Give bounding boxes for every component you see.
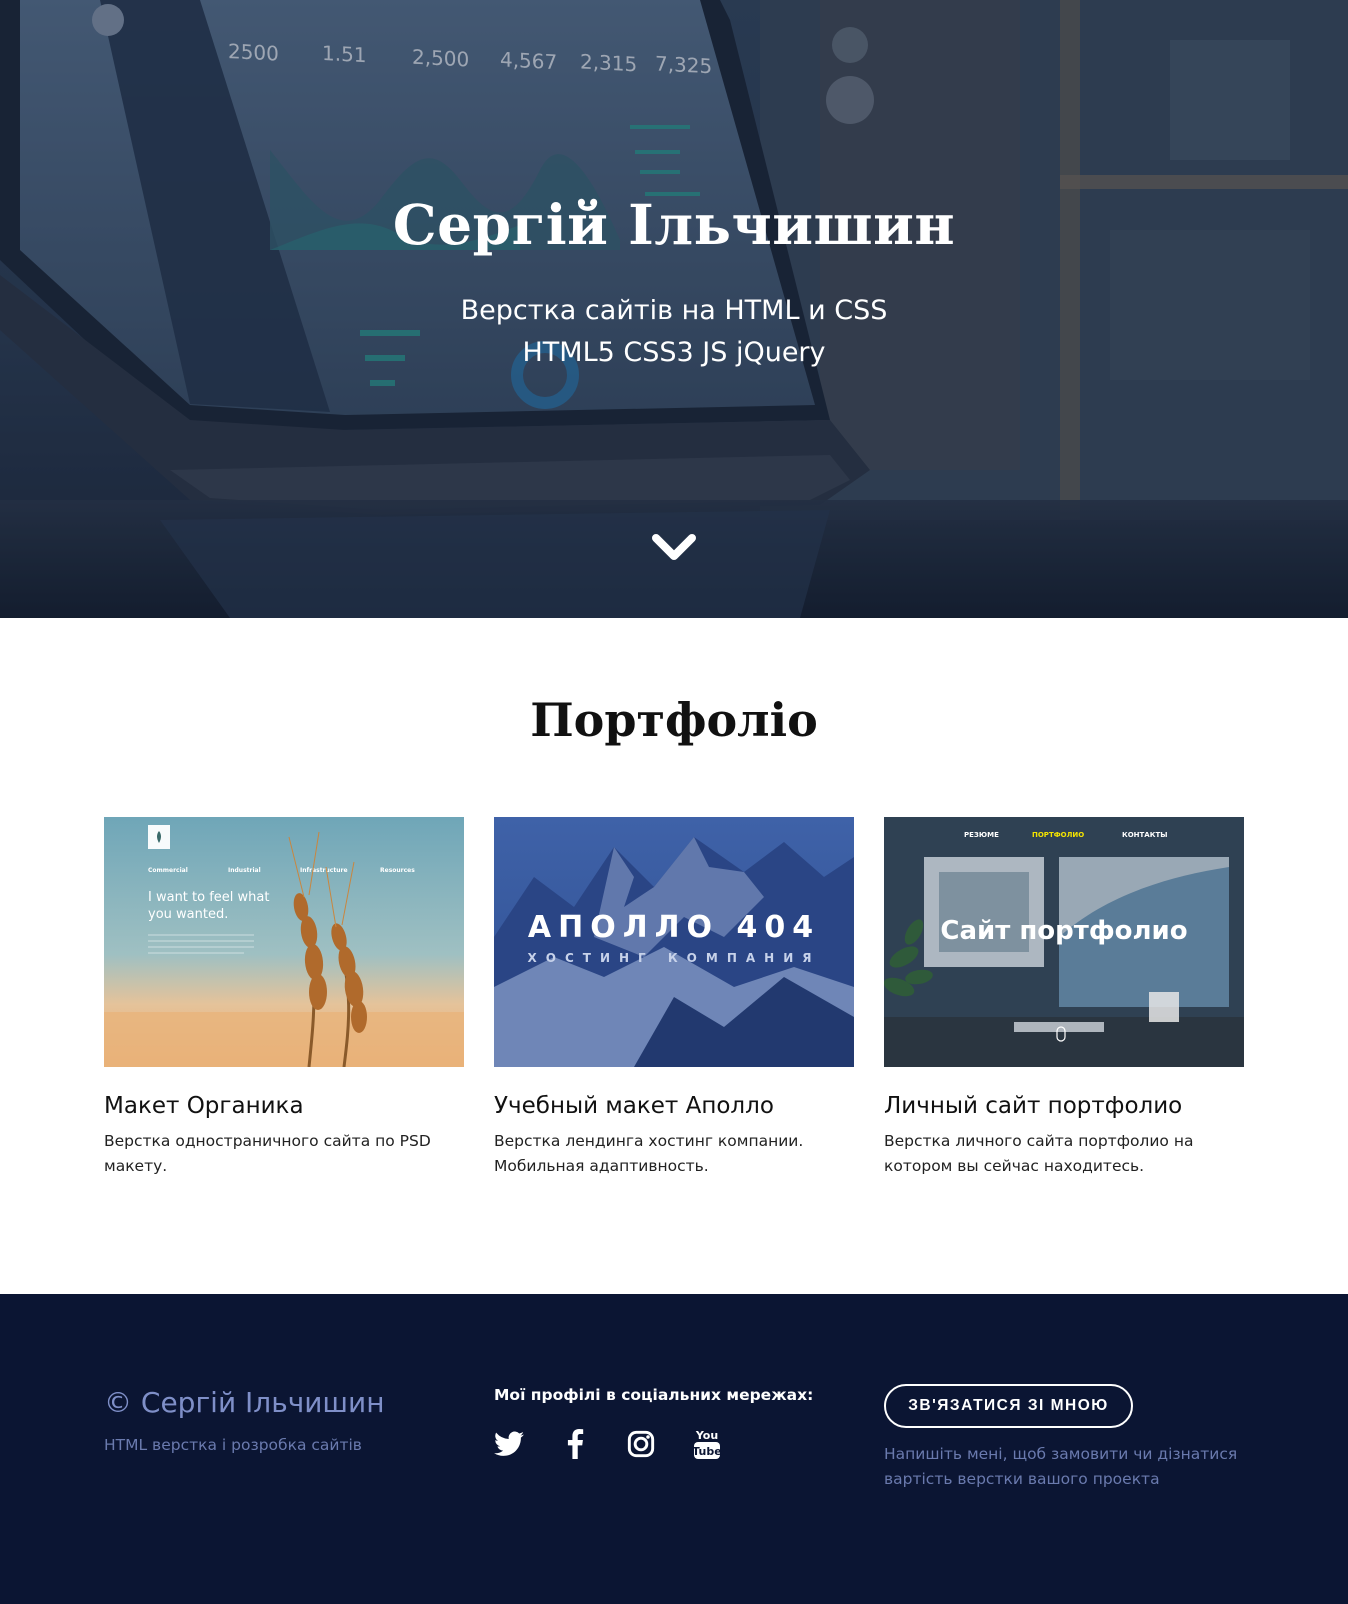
facebook-icon[interactable] <box>560 1428 590 1460</box>
mountain-image: АПОЛЛО 404 ХОСТИНГ КОМПАНИЯ <box>494 817 854 1067</box>
portfolio-thumb-organika[interactable]: Commercial Industrial Infrastructure Res… <box>104 817 464 1067</box>
hero-subtitle: Верстка сайтів на HTML и CSS HTML5 CSS3 … <box>0 290 1348 374</box>
thumb-nav-contacts: КОНТАКТЫ <box>1122 831 1167 839</box>
hero-subtitle-line1: Верстка сайтів на HTML и CSS <box>460 295 888 326</box>
portfolio-card-desc: Верстка одностраничного сайта по PSD мак… <box>104 1132 431 1175</box>
thumb-headline: АПОЛЛО 404 <box>528 910 820 945</box>
portfolio-card-desc: Верстка лендинга хостинг компании. Мобил… <box>494 1132 804 1175</box>
portfolio-card-title[interactable]: Личный сайт портфолио <box>884 1093 1244 1119</box>
thumb-nav-commercial: Commercial <box>148 867 188 874</box>
thumb-nav-infrastructure: Infrastructure <box>300 867 348 874</box>
thumb-nav-industrial: Industrial <box>228 867 261 874</box>
thumb-nav-resume: РЕЗЮМЕ <box>964 831 999 839</box>
thumb-nav-resources: Resources <box>380 867 415 874</box>
portfolio-thumb-personal[interactable]: РЕЗЮМЕ ПОРТФОЛИО КОНТАКТЫ Сайт портфолио <box>884 817 1244 1067</box>
thumb-subheadline: ХОСТИНГ КОМПАНИЯ <box>528 951 821 965</box>
thumb-nav-portfolio: ПОРТФОЛИО <box>1032 831 1084 839</box>
workspace-image: РЕЗЮМЕ ПОРТФОЛИО КОНТАКТЫ Сайт портфолио <box>884 817 1244 1067</box>
portfolio-section: Портфоліо Commercial Industrial Infrastr… <box>0 618 1348 1294</box>
hero-subtitle-line2: HTML5 CSS3 JS jQuery <box>522 337 826 368</box>
portfolio-card-apollo[interactable]: АПОЛЛО 404 ХОСТИНГ КОМПАНИЯ Учебный маке… <box>494 817 854 1179</box>
portfolio-card-title[interactable]: Учебный макет Аполло <box>494 1093 854 1119</box>
footer-copyright: © Сергій Ільчишин <box>104 1386 385 1419</box>
chevron-down-icon[interactable] <box>651 532 697 564</box>
footer: © Сергій Ільчишин HTML верстка і розробк… <box>0 1294 1348 1604</box>
portfolio-title: Портфоліо <box>530 693 818 747</box>
wheat-image: Commercial Industrial Infrastructure Res… <box>104 817 464 1067</box>
svg-text:You: You <box>695 1429 718 1442</box>
thumb-headline: I want to feel what you wanted. <box>148 890 270 922</box>
contact-note: Напишіть мені, щоб замовити чи дізнатися… <box>884 1445 1238 1488</box>
portfolio-card-title[interactable]: Макет Органика <box>104 1093 464 1119</box>
social-label: Мої профілі в соціальних мережах: <box>494 1386 814 1404</box>
portfolio-card-organika[interactable]: Commercial Industrial Infrastructure Res… <box>104 817 464 1179</box>
contact-button[interactable]: ЗВ'ЯЗАТИСЯ ЗІ МНОЮ <box>884 1384 1133 1428</box>
youtube-icon[interactable]: You Tube <box>692 1428 722 1460</box>
svg-text:Tube: Tube <box>692 1445 721 1458</box>
social-icons: You Tube <box>494 1428 722 1460</box>
hero-section: 2500 1.51 2,500 4,567 2,315 7,325 Сергій… <box>0 0 1348 618</box>
twitter-icon[interactable] <box>494 1428 524 1460</box>
footer-tagline: HTML верстка і розробка сайтів <box>104 1436 362 1454</box>
portfolio-thumb-apollo[interactable]: АПОЛЛО 404 ХОСТИНГ КОМПАНИЯ <box>494 817 854 1067</box>
instagram-icon[interactable] <box>626 1428 656 1460</box>
thumb-headline: Сайт портфолио <box>940 916 1187 946</box>
portfolio-card-desc: Верстка личного сайта портфолио на котор… <box>884 1132 1194 1175</box>
portfolio-card-personal[interactable]: РЕЗЮМЕ ПОРТФОЛИО КОНТАКТЫ Сайт портфолио… <box>884 817 1244 1179</box>
hero-title: Сергій Ільчишин <box>392 192 956 257</box>
